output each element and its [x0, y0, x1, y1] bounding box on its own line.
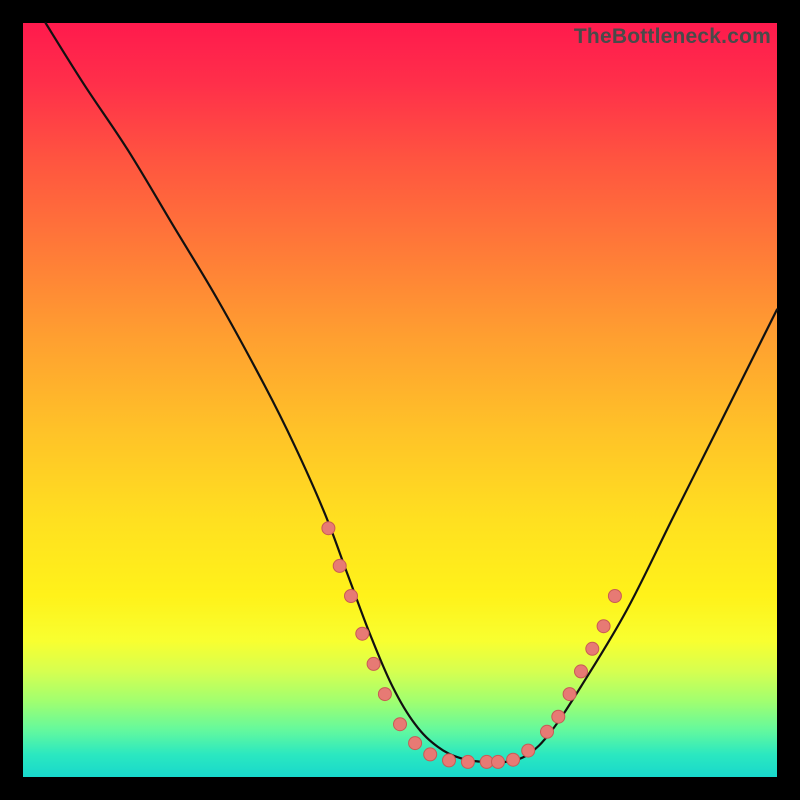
curve-marker: [394, 718, 407, 731]
curve-marker: [522, 744, 535, 757]
plot-area: TheBottleneck.com: [23, 23, 777, 777]
curve-marker: [461, 755, 474, 768]
curve-marker: [367, 657, 380, 670]
curve-marker: [322, 522, 335, 535]
curve-marker: [563, 688, 576, 701]
curve-marker: [345, 590, 358, 603]
curve-marker: [552, 710, 565, 723]
curve-marker: [575, 665, 588, 678]
curve-marker: [541, 725, 554, 738]
curve-marker: [608, 590, 621, 603]
curve-marker: [356, 627, 369, 640]
curve-marker: [492, 755, 505, 768]
curve-marker: [378, 688, 391, 701]
curve-markers: [322, 522, 622, 769]
chart-svg: [23, 23, 777, 777]
curve-marker: [443, 754, 456, 767]
curve-marker: [333, 559, 346, 572]
curve-marker: [409, 737, 422, 750]
chart-frame: TheBottleneck.com: [0, 0, 800, 800]
curve-marker: [597, 620, 610, 633]
curve-marker: [507, 753, 520, 766]
bottleneck-curve: [46, 23, 777, 763]
curve-marker: [424, 748, 437, 761]
curve-marker: [586, 642, 599, 655]
